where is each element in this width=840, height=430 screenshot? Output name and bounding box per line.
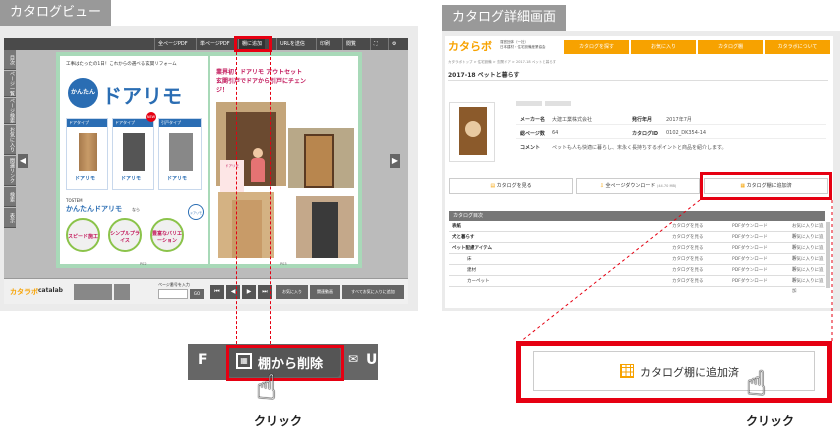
hand-cursor-icon: ☝ <box>746 364 767 404</box>
click-label-right: クリック <box>746 414 795 428</box>
zoom-shelf-added-button[interactable]: カタログ棚に追加済 <box>533 351 815 391</box>
grid-icon <box>620 364 634 378</box>
zoom-shelf-added-label: カタログ棚に追加済 <box>640 366 739 379</box>
